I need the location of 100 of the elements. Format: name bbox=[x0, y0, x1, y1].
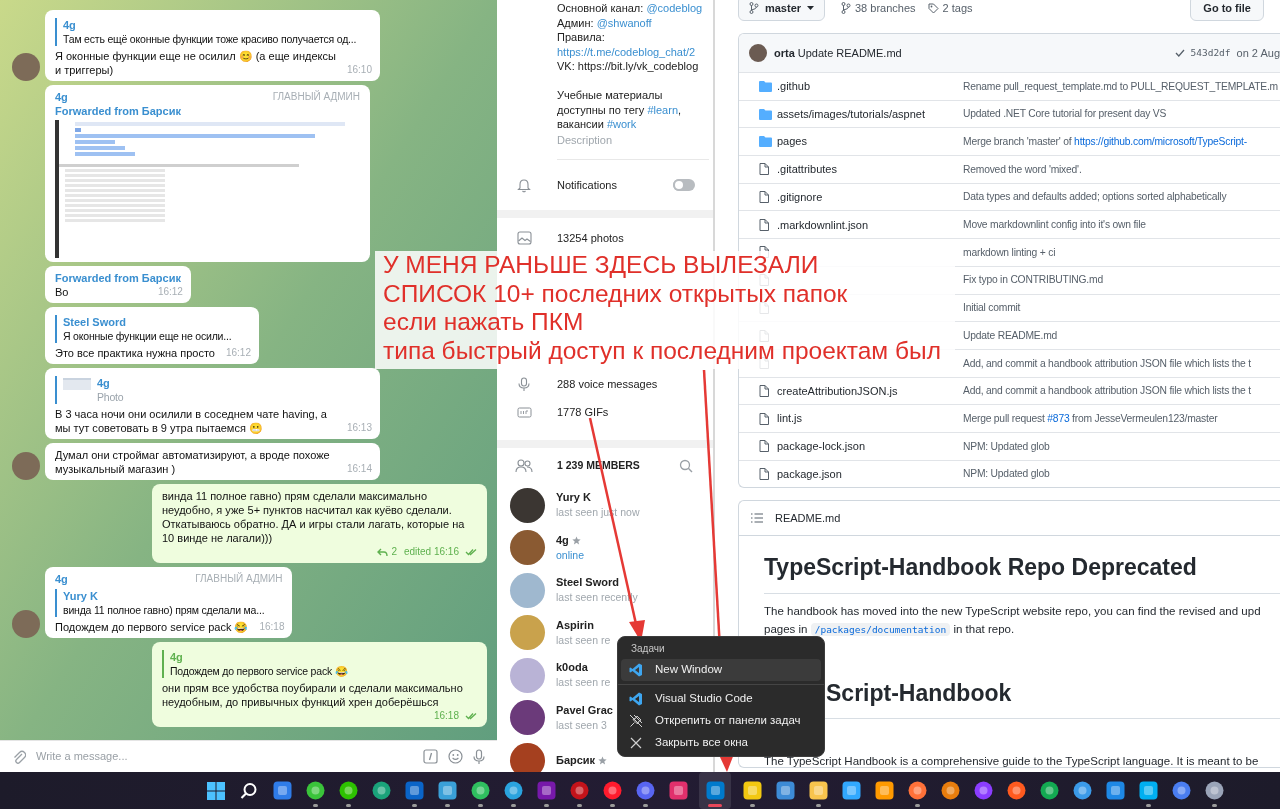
app-icon[interactable] bbox=[973, 781, 993, 800]
file-name[interactable]: assets/images/tutorials/aspnet bbox=[777, 107, 925, 120]
reply-quote[interactable]: Yury K винда 11 полное гавно) прям сделали ма... bbox=[55, 589, 283, 617]
commit-sha[interactable]: 543d2df bbox=[1190, 45, 1231, 61]
paperclip-icon[interactable] bbox=[12, 748, 26, 765]
file-name[interactable]: .gitignore bbox=[777, 190, 823, 203]
app-icon[interactable] bbox=[338, 781, 358, 800]
link[interactable]: https://github.com/microsoft/TypeScript- bbox=[1074, 136, 1247, 147]
app-icon[interactable] bbox=[470, 781, 490, 800]
commit-message[interactable]: Updated .NET Core tutorial for present day VS bbox=[963, 106, 1167, 122]
app-icon[interactable] bbox=[1006, 781, 1026, 800]
file-name[interactable]: .github bbox=[777, 80, 811, 93]
app-icon[interactable] bbox=[874, 781, 894, 800]
app-icon[interactable] bbox=[503, 781, 523, 800]
media-count[interactable]: 288 voice messages bbox=[557, 375, 658, 393]
commit-message[interactable]: Add, and commit a handbook attribution JSON file which lists the t bbox=[963, 355, 1251, 371]
commit-message[interactable]: Update README.md bbox=[797, 44, 902, 62]
link[interactable]: @shwanoff bbox=[596, 16, 652, 29]
app-icon[interactable] bbox=[940, 781, 960, 800]
commit-message[interactable]: Move markdownlint config into it's own file bbox=[963, 217, 1146, 233]
link[interactable]: #learn bbox=[647, 103, 678, 116]
file-name[interactable]: .markdownlint.json bbox=[777, 218, 869, 231]
avatar bbox=[510, 657, 545, 693]
description-line: Админ: @shwanoff bbox=[557, 15, 653, 30]
app-icon[interactable] bbox=[1072, 781, 1092, 800]
app-icon[interactable] bbox=[305, 781, 325, 800]
reply-quote[interactable]: 4g Подождем до первого service pack 😂 bbox=[162, 650, 477, 678]
app-icon[interactable] bbox=[907, 781, 927, 800]
commit-message[interactable]: markdown linting + ci bbox=[963, 244, 1056, 261]
commit-message[interactable]: NPM: Updated glob bbox=[963, 438, 1050, 454]
media-count[interactable]: 1778 GIFs bbox=[557, 403, 609, 421]
app-icon[interactable] bbox=[841, 781, 861, 800]
smiley-icon[interactable] bbox=[448, 749, 463, 764]
app-icon[interactable] bbox=[775, 781, 795, 800]
app-icon[interactable] bbox=[742, 781, 762, 800]
branch-icon bbox=[841, 2, 851, 14]
reply-quote[interactable]: 4g Там есть ещё оконные функции тоже красиво получается од... bbox=[55, 18, 370, 46]
member-item[interactable]: 4g online bbox=[497, 526, 587, 569]
link[interactable]: https://t.me/codeblog_chat/2 bbox=[557, 44, 696, 59]
member-item[interactable]: Pavel Grac last seen 3 bbox=[497, 696, 615, 739]
app-icon[interactable] bbox=[635, 781, 655, 800]
commit-message[interactable]: Data types and defaults added; options sorted alphabetically bbox=[963, 189, 1227, 205]
avatar[interactable] bbox=[12, 452, 40, 480]
avatar bbox=[510, 700, 545, 736]
app-icon[interactable] bbox=[1105, 781, 1125, 800]
app-icon[interactable] bbox=[668, 781, 688, 800]
inline-code: /packages/documentation bbox=[810, 622, 951, 636]
annotation-text: У МЕНЯ РАНЬШЕ ЗДЕСЬ ВЫЛЕЗАЛИ СПИСОК 10+ последних открытых папок если нажать ПКМ типа быстрый доступ к последним проектам был bbox=[383, 251, 942, 365]
windows-logo-icon[interactable] bbox=[207, 781, 225, 800]
message-input[interactable]: Write a message... bbox=[36, 748, 413, 765]
reply-text: Там есть ещё оконные функции тоже красиво получается од... bbox=[63, 32, 357, 46]
tags-link[interactable]: 2 tags bbox=[927, 0, 973, 17]
commit-message[interactable]: Removed the word 'mixed'. bbox=[963, 161, 1082, 178]
commit-message[interactable]: NPM: Updated glob bbox=[963, 466, 1050, 482]
commit-message[interactable]: Merge pull request #873 from JesseVermeulen123/master bbox=[963, 410, 1218, 427]
app-icon[interactable] bbox=[1138, 781, 1158, 800]
app-icon[interactable] bbox=[1039, 781, 1059, 800]
file-name[interactable]: createAttributionJSON.js bbox=[777, 384, 898, 397]
file-name[interactable]: .gitattributes bbox=[777, 163, 837, 176]
search-icon[interactable] bbox=[240, 781, 258, 800]
forwarded-label: Forwarded from Барсик bbox=[55, 104, 182, 118]
app-icon[interactable] bbox=[602, 781, 622, 800]
menu-item[interactable]: Закрыть все окна bbox=[621, 732, 821, 754]
branch-dropdown[interactable]: master bbox=[738, 0, 825, 21]
commit-message[interactable]: Initial commit bbox=[963, 300, 1021, 316]
commit-message[interactable]: Add, and commit a handbook attribution JSON file which lists the t bbox=[963, 383, 1251, 399]
commit-message[interactable]: Update README.md bbox=[963, 327, 1058, 344]
message-composer[interactable]: Write a message... bbox=[0, 740, 497, 772]
file-name[interactable]: pages bbox=[777, 135, 807, 148]
media-count[interactable]: 13254 photos bbox=[557, 229, 624, 247]
commit-author[interactable]: orta bbox=[774, 44, 795, 62]
file-name[interactable]: package.json bbox=[777, 467, 842, 480]
avatar[interactable] bbox=[12, 53, 40, 81]
link[interactable]: #873 bbox=[1047, 412, 1070, 424]
app-icon[interactable] bbox=[1171, 781, 1191, 800]
branches-link[interactable]: 38 branches bbox=[841, 0, 916, 17]
app-icon[interactable] bbox=[808, 781, 828, 800]
go-to-file-button[interactable]: Go to file bbox=[1190, 0, 1264, 21]
member-item[interactable]: k0oda last seen re bbox=[497, 654, 613, 697]
file-name[interactable]: package-lock.json bbox=[777, 440, 866, 453]
microphone-icon[interactable] bbox=[473, 748, 485, 765]
app-icon[interactable] bbox=[404, 781, 424, 800]
app-icon[interactable] bbox=[272, 781, 292, 800]
member-name: Pavel Grac bbox=[556, 702, 613, 718]
menu-item[interactable]: New Window bbox=[621, 659, 821, 681]
readme-title: README.md bbox=[775, 511, 841, 527]
slash-command-icon[interactable] bbox=[423, 749, 438, 764]
commit-message[interactable]: Merge branch 'master' of https://github.com/microsoft/TypeScript- bbox=[963, 134, 1247, 150]
commit-message[interactable]: Rename pull_request_template.md to PULL_REQUEST_TEMPLATE.m bbox=[963, 78, 1278, 95]
commit-message[interactable]: Fix typo in CONTRIBUTING.md bbox=[963, 272, 1103, 288]
reply-author: 4g bbox=[97, 376, 111, 390]
link[interactable]: @codeblog bbox=[646, 2, 703, 14]
app-icon[interactable] bbox=[437, 781, 457, 800]
file-name[interactable]: lint.js bbox=[777, 412, 803, 425]
reply-quote[interactable]: Steel Sword Я оконные функции еще не осили... bbox=[55, 315, 249, 343]
member-item[interactable]: Aspirin last seen re bbox=[497, 611, 613, 654]
link[interactable]: #work bbox=[606, 118, 637, 130]
app-icon[interactable] bbox=[371, 781, 391, 800]
notifications-toggle[interactable] bbox=[673, 179, 695, 191]
app-icon[interactable] bbox=[1204, 781, 1224, 800]
